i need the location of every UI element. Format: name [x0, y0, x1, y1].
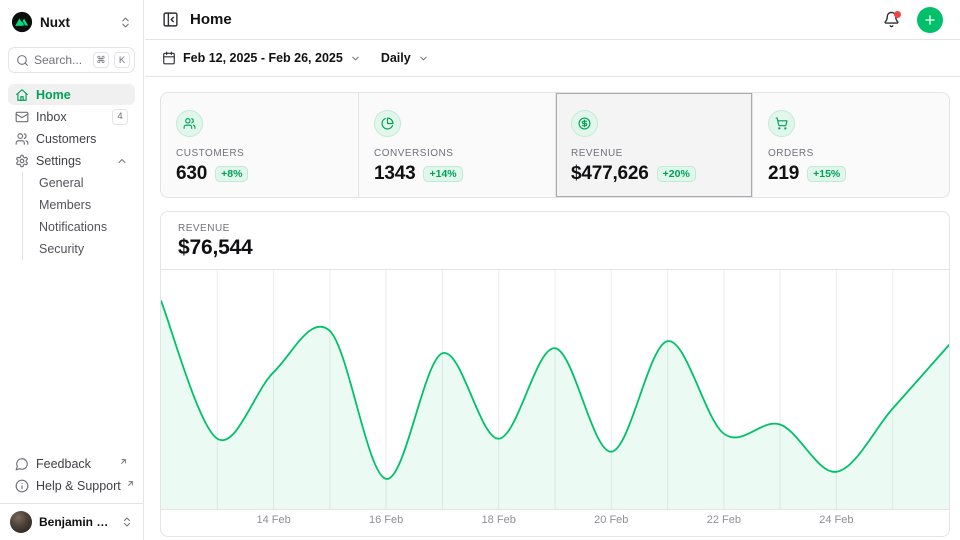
user-name: Benjamin Canac: [39, 515, 114, 529]
notifications-button[interactable]: [883, 11, 900, 28]
stat-label: CUSTOMERS: [176, 148, 343, 159]
users-icon: [176, 110, 203, 137]
chevron-down-icon: [418, 53, 429, 64]
sidebar-item-security[interactable]: Security: [39, 238, 135, 260]
content: CUSTOMERS 630 +8% CONVERSIONS 1343 +14%: [145, 77, 960, 537]
dashboard-app: Nuxt Search... ⌘ K Home: [0, 0, 960, 540]
x-axis-label: 18 Feb: [482, 514, 516, 526]
sidebar-item-settings[interactable]: Settings: [8, 150, 135, 171]
chart-header: REVENUE $76,544: [161, 212, 949, 270]
inbox-count-badge: 4: [112, 109, 128, 125]
avatar: [10, 511, 32, 533]
page-header: Home: [145, 0, 960, 40]
sidebar-footer: Feedback Help & Support: [0, 453, 143, 503]
stat-label: ORDERS: [768, 148, 934, 159]
chevron-up-icon: [116, 155, 128, 167]
stat-value: $477,626: [571, 163, 649, 185]
chart-metric-label: REVENUE: [178, 223, 932, 234]
chart-x-axis: 14 Feb 16 Feb 18 Feb 20 Feb 22 Feb 24 Feb: [161, 510, 949, 535]
revenue-chart-card: REVENUE $76,544 14 Feb 16 Feb 18 Feb 20 Feb…: [160, 211, 950, 537]
sidebar-spacer: [0, 261, 143, 453]
main-area: Home Feb 12, 2025 - Feb 26, 2025 Daily: [145, 0, 960, 540]
stat-delta-badge: +15%: [807, 166, 846, 182]
help-support-label: Help & Support: [36, 479, 121, 493]
feedback-label: Feedback: [36, 457, 114, 471]
feedback-link[interactable]: Feedback: [8, 453, 135, 474]
page-title: Home: [190, 11, 872, 28]
stat-label: REVENUE: [571, 148, 737, 159]
stat-label: CONVERSIONS: [374, 148, 540, 159]
sidebar-nav: Home Inbox 4 Customers: [8, 84, 135, 260]
circle-dollar-icon: [571, 110, 598, 137]
search-input[interactable]: Search... ⌘ K: [8, 47, 135, 73]
stat-card-customers[interactable]: CUSTOMERS 630 +8%: [161, 93, 358, 197]
sidebar-item-home[interactable]: Home: [8, 84, 135, 105]
sidebar-item-inbox[interactable]: Inbox 4: [8, 106, 135, 127]
chevrons-up-down-icon: [121, 516, 133, 528]
chevron-down-icon: [350, 53, 361, 64]
kbd-k: K: [114, 52, 130, 68]
stat-card-orders[interactable]: ORDERS 219 +15%: [752, 93, 949, 197]
chart-plot-area[interactable]: [161, 270, 949, 510]
sidebar-item-customers[interactable]: Customers: [8, 128, 135, 149]
stat-value: 630: [176, 163, 207, 185]
filters-toolbar: Feb 12, 2025 - Feb 26, 2025 Daily: [145, 40, 960, 77]
home-icon: [15, 88, 29, 102]
sidebar: Nuxt Search... ⌘ K Home: [0, 0, 144, 540]
sidebar-item-label: Inbox: [36, 110, 105, 124]
kbd-meta: ⌘: [93, 52, 109, 68]
collapse-sidebar-button[interactable]: [162, 11, 179, 28]
x-axis-label: 20 Feb: [594, 514, 628, 526]
stat-card-conversions[interactable]: CONVERSIONS 1343 +14%: [358, 93, 555, 197]
chevrons-up-down-icon: [119, 16, 132, 29]
calendar-icon: [162, 51, 176, 65]
sidebar-item-label: Customers: [36, 132, 128, 146]
user-menu[interactable]: Benjamin Canac: [0, 503, 143, 540]
sidebar-item-general[interactable]: General: [39, 172, 135, 194]
date-range-value: Feb 12, 2025 - Feb 26, 2025: [183, 51, 343, 65]
sidebar-item-members[interactable]: Members: [39, 194, 135, 216]
stat-delta-badge: +14%: [423, 166, 462, 182]
gear-icon: [15, 154, 29, 168]
notification-dot: [894, 11, 901, 18]
period-select[interactable]: Daily: [381, 51, 429, 65]
external-link-icon: [119, 457, 128, 466]
sidebar-item-label: Home: [36, 88, 128, 102]
stat-delta-badge: +20%: [657, 166, 696, 182]
x-axis-label: 24 Feb: [819, 514, 853, 526]
chart-metric-value: $76,544: [178, 236, 932, 260]
stat-value: 219: [768, 163, 799, 185]
sidebar-top: Nuxt Search... ⌘ K Home: [0, 0, 143, 261]
settings-sub-list: General Members Notifications Security: [22, 172, 135, 260]
nuxt-logo-icon: [11, 11, 33, 33]
workspace-name: Nuxt: [40, 15, 112, 30]
message-bubble-icon: [15, 457, 29, 471]
sidebar-item-notifications[interactable]: Notifications: [39, 216, 135, 238]
stat-delta-badge: +8%: [215, 166, 248, 182]
stat-value: 1343: [374, 163, 415, 185]
cart-icon: [768, 110, 795, 137]
search-placeholder: Search...: [34, 53, 88, 67]
add-button[interactable]: [917, 7, 943, 33]
stat-card-revenue[interactable]: REVENUE $477,626 +20%: [555, 93, 752, 197]
stats-row: CUSTOMERS 630 +8% CONVERSIONS 1343 +14%: [160, 92, 950, 198]
x-axis-label: 22 Feb: [707, 514, 741, 526]
workspace-switcher[interactable]: Nuxt: [8, 8, 135, 36]
search-icon: [16, 54, 29, 67]
period-value: Daily: [381, 51, 411, 65]
x-axis-label: 16 Feb: [369, 514, 403, 526]
pie-chart-icon: [374, 110, 401, 137]
plus-icon: [923, 13, 937, 27]
revenue-area-chart: [161, 270, 949, 510]
external-link-icon: [126, 479, 135, 488]
help-support-link[interactable]: Help & Support: [8, 475, 135, 496]
inbox-icon: [15, 110, 29, 124]
users-icon: [15, 132, 29, 146]
x-axis-label: 14 Feb: [256, 514, 290, 526]
info-circle-icon: [15, 479, 29, 493]
date-range-picker[interactable]: Feb 12, 2025 - Feb 26, 2025: [162, 51, 361, 65]
sidebar-item-label: Settings: [36, 154, 109, 168]
